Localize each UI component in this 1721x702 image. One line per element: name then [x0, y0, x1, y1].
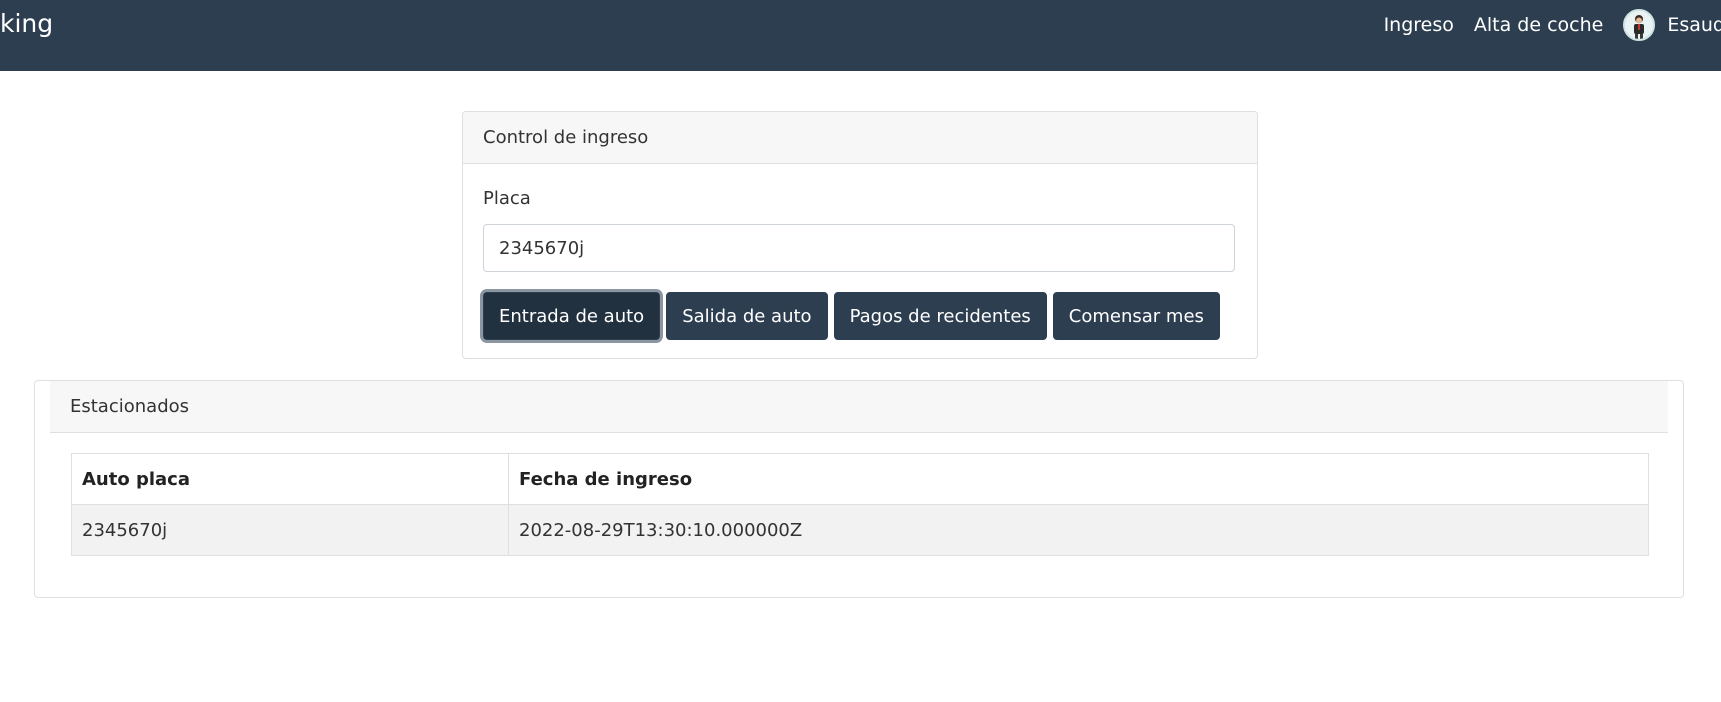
control-ingreso-card: Control de ingreso Placa Entrada de auto…: [462, 111, 1258, 359]
salida-de-auto-button[interactable]: Salida de auto: [666, 292, 828, 340]
user-avatar-icon[interactable]: [1623, 9, 1656, 41]
estacionados-table: Auto placa Fecha de ingreso 2345670j 202…: [71, 453, 1649, 556]
column-header-auto-placa: Auto placa: [71, 453, 509, 505]
control-card-header: Control de ingreso: [463, 112, 1257, 164]
comensar-mes-button[interactable]: Comensar mes: [1052, 292, 1220, 340]
user-name[interactable]: Esaud: [1667, 13, 1721, 37]
top-navbar: king Ingreso Alta de coche Esaud: [0, 0, 1721, 71]
placa-label: Placa: [483, 188, 531, 209]
action-buttons: Entrada de auto Salida de auto Pagos de …: [483, 292, 1226, 340]
estacionados-card-header: Estacionados: [50, 381, 1668, 433]
nav-link-ingreso[interactable]: Ingreso: [1384, 13, 1454, 37]
control-card-title: Control de ingreso: [483, 127, 649, 148]
column-header-fecha-de-ingreso: Fecha de ingreso: [508, 453, 1649, 505]
pagos-de-recidentes-button[interactable]: Pagos de recidentes: [833, 292, 1047, 340]
cell-fecha-de-ingreso: 2022-08-29T13:30:10.000000Z: [508, 504, 1649, 556]
cell-auto-placa: 2345670j: [71, 504, 509, 556]
estacionados-card: Estacionados Auto placa Fecha de ingreso…: [34, 380, 1684, 598]
app-brand[interactable]: king: [0, 9, 53, 39]
placa-input[interactable]: [483, 224, 1235, 272]
estacionados-card-title: Estacionados: [70, 396, 190, 417]
table-row[interactable]: 2345670j 2022-08-29T13:30:10.000000Z: [71, 504, 1649, 556]
entrada-de-auto-button[interactable]: Entrada de auto: [483, 292, 661, 340]
nav-links: Ingreso Alta de coche Esaud: [1364, 9, 1721, 41]
nav-link-alta-de-coche[interactable]: Alta de coche: [1474, 13, 1603, 37]
table-header-row: Auto placa Fecha de ingreso: [71, 453, 1649, 505]
